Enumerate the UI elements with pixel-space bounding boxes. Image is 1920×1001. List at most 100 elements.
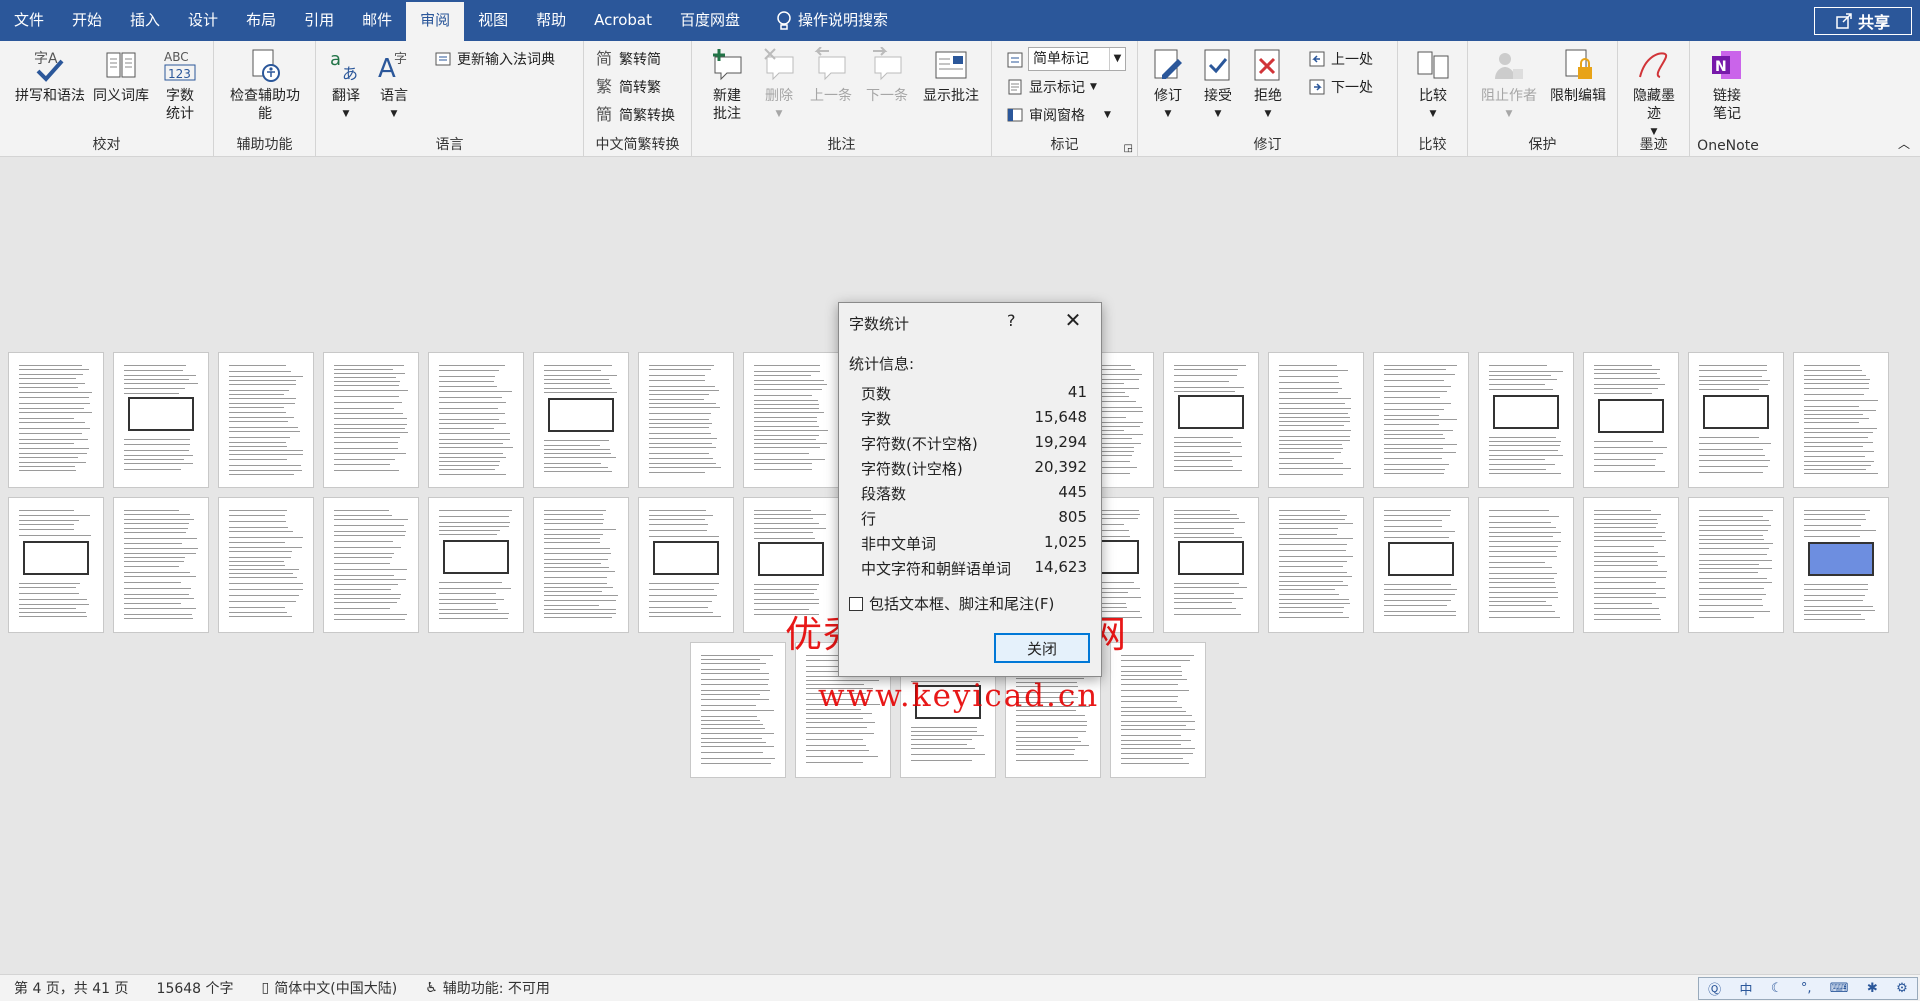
page-text-line: [1279, 550, 1346, 551]
page-thumbnail[interactable]: [428, 497, 524, 633]
next-change-button[interactable]: 下一处: [1308, 77, 1373, 97]
page-thumbnail[interactable]: [8, 352, 104, 488]
page-thumbnail[interactable]: [1793, 352, 1889, 488]
ime-mode[interactable]: 中: [1740, 979, 1753, 998]
page-thumbnail[interactable]: [1793, 497, 1889, 633]
linked-notes-button[interactable]: N 链接笔记: [1704, 46, 1750, 123]
accept-button[interactable]: 接受 ▼: [1196, 46, 1240, 123]
page-thumbnail[interactable]: [690, 642, 786, 778]
show-markup-button[interactable]: 显示标记 ▼: [1006, 77, 1097, 97]
dialog-launcher-icon[interactable]: ◲: [1124, 143, 1133, 154]
page-thumbnail[interactable]: [1583, 352, 1679, 488]
close-button[interactable]: 关闭: [994, 633, 1090, 663]
page-thumbnail[interactable]: [218, 497, 314, 633]
word-count-indicator[interactable]: 15648 个字: [143, 978, 248, 998]
page-thumbnail[interactable]: [533, 497, 629, 633]
prev-comment-button[interactable]: 上一条: [804, 46, 858, 105]
tab-help[interactable]: 帮助: [522, 0, 580, 41]
ime-toolbar[interactable]: Ⓠ 中 ☾ °, ⌨ ✱ ⚙: [1698, 977, 1918, 1000]
tell-me-search[interactable]: 操作说明搜索: [754, 0, 902, 41]
page-text-line: [1121, 725, 1186, 726]
page-text-line: [1121, 671, 1182, 672]
page-thumbnail[interactable]: [1373, 497, 1469, 633]
page-thumbnail[interactable]: [1163, 497, 1259, 633]
tab-layout[interactable]: 布局: [232, 0, 290, 41]
thesaurus-button[interactable]: 同义词库: [88, 46, 154, 105]
hide-ink-button[interactable]: 隐藏墨迹 ▼: [1628, 46, 1680, 141]
page-text-line: [1804, 451, 1874, 452]
next-comment-button[interactable]: 下一条: [860, 46, 914, 105]
tab-review[interactable]: 审阅: [406, 2, 465, 41]
page-thumbnail[interactable]: [1478, 497, 1574, 633]
tab-baidu[interactable]: 百度网盘: [666, 0, 754, 41]
word-count-icon: ABC 123: [161, 46, 199, 84]
page-thumbnail[interactable]: [1110, 642, 1206, 778]
tab-acrobat[interactable]: Acrobat: [580, 0, 666, 41]
checkbox-box[interactable]: [849, 596, 863, 611]
tab-insert[interactable]: 插入: [116, 0, 174, 41]
page-thumbnail[interactable]: [533, 352, 629, 488]
new-comment-button[interactable]: 新建批注: [700, 46, 754, 123]
page-thumbnail[interactable]: [743, 352, 839, 488]
block-authors-button[interactable]: 阻止作者 ▼: [1476, 46, 1542, 123]
page-thumbnail[interactable]: [113, 497, 209, 633]
page-thumbnail[interactable]: [218, 352, 314, 488]
prev-change-button[interactable]: 上一处: [1308, 49, 1373, 69]
update-ime-dictionary-button[interactable]: 更新输入法词典: [434, 49, 555, 69]
page-thumbnail[interactable]: [113, 352, 209, 488]
page-thumbnail[interactable]: [323, 352, 419, 488]
tab-view[interactable]: 视图: [464, 0, 522, 41]
tab-file[interactable]: 文件: [0, 0, 58, 41]
tab-references[interactable]: 引用: [290, 0, 348, 41]
page-thumbnail[interactable]: [1688, 497, 1784, 633]
accessibility-indicator[interactable]: ♿ 辅助功能: 不可用: [411, 978, 564, 998]
page-text-line: [19, 470, 76, 471]
stat-row: 段落数 445: [861, 483, 1087, 504]
page-thumbnail[interactable]: [8, 497, 104, 633]
simp-to-trad-button[interactable]: 繁 简转繁: [596, 77, 661, 97]
language-indicator[interactable]: ▯ 简体中文(中国大陆): [248, 978, 412, 998]
word-count-button[interactable]: ABC 123 字数统计: [158, 46, 202, 123]
moon-icon[interactable]: ☾: [1771, 981, 1783, 996]
page-text-line: [19, 612, 86, 613]
page-thumbnail[interactable]: [428, 352, 524, 488]
page-thumbnail[interactable]: [1373, 352, 1469, 488]
chinese-convert-button[interactable]: 簡 简繁转换: [596, 105, 675, 125]
help-button[interactable]: ?: [1007, 311, 1016, 330]
delete-comment-button[interactable]: 删除 ▼: [758, 46, 800, 123]
page-thumbnail[interactable]: [1688, 352, 1784, 488]
track-changes-button[interactable]: 修订 ▼: [1146, 46, 1190, 123]
page-text-line: [334, 437, 400, 438]
skin-icon[interactable]: ✱: [1867, 981, 1878, 996]
tab-home[interactable]: 开始: [58, 0, 116, 41]
tab-design[interactable]: 设计: [174, 0, 232, 41]
check-accessibility-button[interactable]: 检查辅助功能: [224, 46, 306, 123]
settings-icon[interactable]: ⚙: [1896, 981, 1908, 996]
page-thumbnail[interactable]: [1583, 497, 1679, 633]
translate-button[interactable]: aあ 翻译 ▼: [324, 46, 368, 123]
page-thumbnail[interactable]: [1163, 352, 1259, 488]
compare-button[interactable]: 比较 ▼: [1410, 46, 1456, 123]
punctuation-icon[interactable]: °,: [1801, 981, 1812, 996]
page-thumbnail[interactable]: [323, 497, 419, 633]
page-thumbnail[interactable]: [1478, 352, 1574, 488]
keyboard-icon[interactable]: ⌨: [1830, 981, 1849, 996]
page-thumbnail[interactable]: [1268, 497, 1364, 633]
share-button[interactable]: 共享: [1814, 7, 1912, 35]
page-indicator[interactable]: 第 4 页，共 41 页: [0, 978, 143, 998]
spelling-grammar-button[interactable]: 字A 拼写和语法: [8, 46, 92, 105]
tab-mailings[interactable]: 邮件: [348, 0, 406, 41]
language-button[interactable]: A字 语言 ▼: [372, 46, 416, 123]
reject-button[interactable]: 拒绝 ▼: [1246, 46, 1290, 123]
collapse-ribbon-icon[interactable]: ︿: [1898, 135, 1910, 152]
restrict-editing-button[interactable]: 限制编辑: [1544, 46, 1612, 105]
trad-to-simp-button[interactable]: 简 繁转简: [596, 49, 661, 69]
reviewing-pane-button[interactable]: 审阅窗格 ▼: [1006, 105, 1111, 125]
close-icon[interactable]: ✕: [1061, 309, 1085, 333]
page-thumbnail[interactable]: [638, 497, 734, 633]
include-textboxes-checkbox[interactable]: 包括文本框、脚注和尾注(F): [849, 593, 1054, 614]
page-thumbnail[interactable]: [1268, 352, 1364, 488]
page-thumbnail[interactable]: [638, 352, 734, 488]
markup-dropdown[interactable]: 简单标记 ▼: [1028, 47, 1126, 71]
show-comments-button[interactable]: 显示批注: [916, 46, 986, 105]
